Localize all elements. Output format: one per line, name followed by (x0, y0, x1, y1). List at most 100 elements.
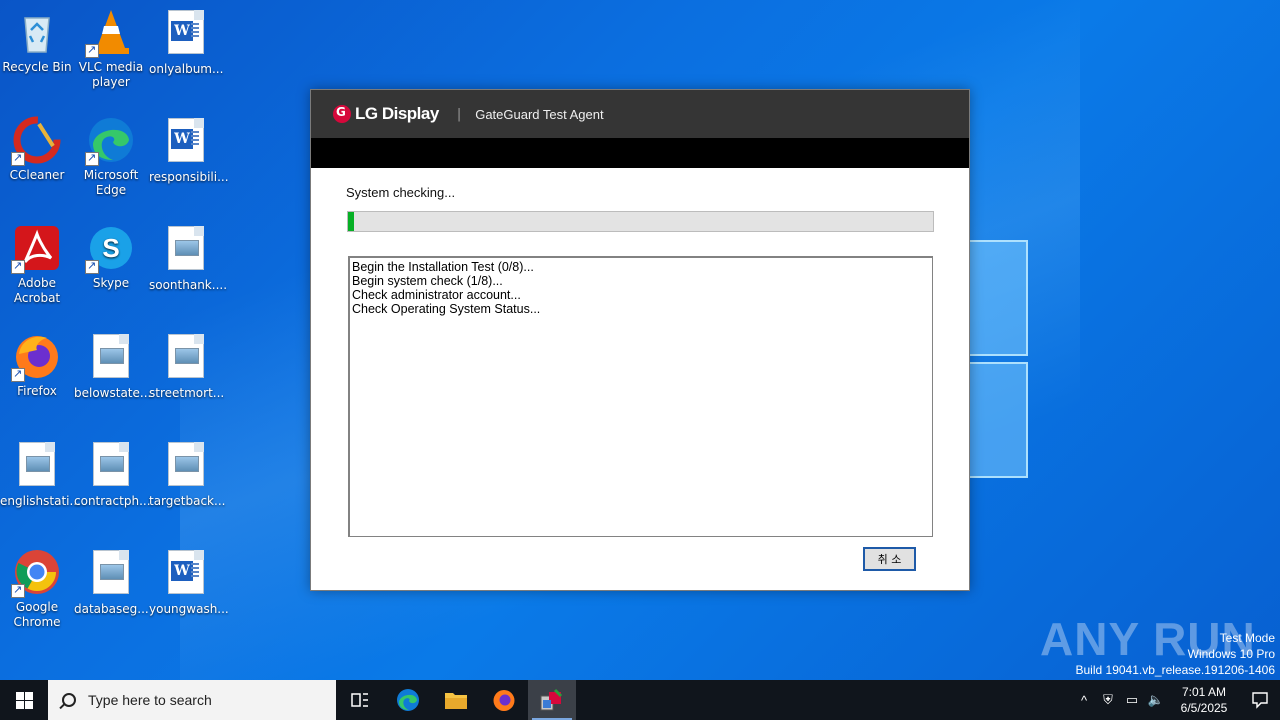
image-file-icon (162, 226, 210, 274)
folder-icon (445, 693, 467, 709)
desktop-icon-label: Skype (92, 276, 130, 290)
clock[interactable]: 7:01 AM 6/5/2025 (1168, 684, 1240, 716)
taskbar-search-box[interactable]: Type here to search (48, 680, 336, 720)
watermark-line: Test Mode (1219, 631, 1275, 645)
desktop-icon-label: VLC media player (78, 60, 144, 89)
vlc-cone-icon (85, 8, 135, 58)
shortcut-arrow-icon (85, 150, 99, 166)
brand-name: LG Display (355, 104, 439, 123)
edge-icon (85, 116, 135, 166)
desktop-icon-google-chrome[interactable]: Google Chrome (0, 548, 74, 630)
watermark-line: Windows 10 Pro (1187, 647, 1275, 661)
desktop-icon-label: englishstati... (0, 494, 81, 508)
desktop-icon-belowstate[interactable]: belowstate... (74, 332, 152, 401)
start-button[interactable] (0, 680, 48, 720)
image-file-icon (162, 334, 210, 382)
svg-text:S: S (102, 233, 119, 263)
desktop-icon-soonthank[interactable]: soonthank.... (149, 224, 228, 293)
image-file-icon (13, 442, 61, 490)
dialog-header: LG Display | GateGuard Test Agent (311, 90, 969, 138)
desktop-icon-contractph[interactable]: contractph... (74, 440, 151, 509)
notification-icon (1252, 692, 1268, 709)
desktop-icon-label: belowstate... (74, 386, 152, 400)
shortcut-arrow-icon (11, 150, 25, 166)
progress-fill (348, 212, 354, 231)
cancel-button[interactable]: 취 소 (863, 547, 916, 571)
recycle-bin-icon (13, 8, 61, 56)
desktop-icon-label: youngwash... (149, 602, 229, 616)
ccleaner-icon (11, 116, 61, 166)
progress-bar (347, 211, 934, 232)
clock-time: 7:01 AM (1181, 685, 1227, 699)
desktop-icon-label: Recycle Bin (2, 60, 72, 74)
desktop-icon-label: Google Chrome (13, 600, 61, 629)
shortcut-arrow-icon (11, 258, 25, 274)
task-view-icon (351, 693, 368, 707)
shortcut-arrow-icon (11, 366, 25, 382)
desktop-icon-databaseg[interactable]: databaseg... (74, 548, 149, 617)
desktop-icon-onlyalbum[interactable]: W onlyalbum... (149, 8, 223, 77)
desktop-icon-englishstati[interactable]: englishstati... (0, 440, 81, 509)
desktop-icon-targetback[interactable]: targetback... (149, 440, 226, 509)
firefox-icon (11, 332, 61, 382)
desktop-icon-streetmort[interactable]: streetmort... (149, 332, 225, 401)
installer-dialog: LG Display | GateGuard Test Agent System… (310, 89, 970, 591)
desktop-icon-label: Firefox (17, 384, 57, 398)
shortcut-arrow-icon (85, 258, 99, 274)
desktop-icon-recycle-bin[interactable]: Recycle Bin (0, 8, 74, 75)
desktop-icon-label: Adobe Acrobat (13, 276, 61, 305)
desktop-icon-firefox[interactable]: Firefox (0, 332, 74, 399)
log-line: Check administrator account... (352, 288, 521, 302)
desktop-icon-edge[interactable]: Microsoft Edge (74, 116, 148, 198)
taskbar-firefox[interactable] (480, 680, 528, 720)
desktop-icon-label: soonthank.... (149, 278, 228, 292)
volume-icon[interactable]: 🔈 (1144, 692, 1168, 708)
status-text: System checking... (346, 185, 456, 200)
taskbar-edge[interactable] (384, 680, 432, 720)
header-separator: | (456, 106, 462, 122)
task-view-button[interactable] (336, 680, 384, 720)
desktop-icon-vlc[interactable]: VLC media player (74, 8, 148, 90)
desktop-icon-skype[interactable]: S Skype (74, 224, 148, 291)
firefox-icon (493, 690, 515, 711)
chevron-up-icon[interactable]: ^ (1072, 693, 1096, 708)
word-document-icon: W (162, 10, 210, 58)
desktop-icon-label: CCleaner (9, 168, 65, 182)
search-icon (62, 693, 76, 707)
shortcut-arrow-icon (11, 582, 25, 598)
desktop-icon-label: Microsoft Edge (83, 168, 139, 197)
test-mode-watermark: Test Mode Windows 10 Pro Build 19041.vb_… (1076, 630, 1276, 678)
shortcut-arrow-icon (85, 42, 99, 58)
network-icon[interactable]: ▭ (1120, 692, 1144, 708)
system-tray: ^ ⛨ ▭ 🔈 7:01 AM 6/5/2025 (1072, 680, 1280, 720)
dialog-title: GateGuard Test Agent (475, 106, 604, 122)
desktop-icon-ccleaner[interactable]: CCleaner (0, 116, 74, 183)
desktop-icon-label: contractph... (74, 494, 151, 508)
search-placeholder: Type here to search (88, 692, 212, 708)
log-line: Check Operating System Status... (352, 302, 541, 316)
taskbar-file-explorer[interactable] (432, 680, 480, 720)
windows-wallpaper-logo (960, 240, 1030, 480)
skype-icon: S (85, 224, 135, 274)
word-document-icon: W (162, 550, 210, 598)
taskbar: Type here to search ^ ⛨ ▭ 🔈 7:01 AM 6/5/… (0, 680, 1280, 720)
desktop-icon-label: streetmort... (149, 386, 225, 400)
image-file-icon (87, 442, 135, 490)
notification-center-button[interactable] (1240, 691, 1280, 709)
header-band (311, 138, 969, 168)
security-icon[interactable]: ⛨ (1096, 692, 1120, 708)
watermark-line: Build 19041.vb_release.191206-1406 (1075, 663, 1276, 677)
desktop-icon-label: targetback... (149, 494, 226, 508)
installer-app-icon (540, 688, 563, 711)
log-textbox[interactable]: Begin the Installation Test (0/8)... Begi… (348, 256, 933, 537)
edge-icon (397, 689, 419, 711)
desktop-icon-responsibili[interactable]: W responsibili... (149, 116, 229, 185)
image-file-icon (87, 550, 135, 598)
image-file-icon (87, 334, 135, 382)
desktop-icon-adobe-acrobat[interactable]: Adobe Acrobat (0, 224, 74, 306)
taskbar-installer-app[interactable] (528, 680, 576, 720)
acrobat-icon (11, 224, 61, 274)
desktop-icon-youngwash[interactable]: W youngwash... (149, 548, 229, 617)
clock-date: 6/5/2025 (1180, 701, 1228, 715)
log-line: Begin system check (1/8)... (352, 274, 503, 288)
